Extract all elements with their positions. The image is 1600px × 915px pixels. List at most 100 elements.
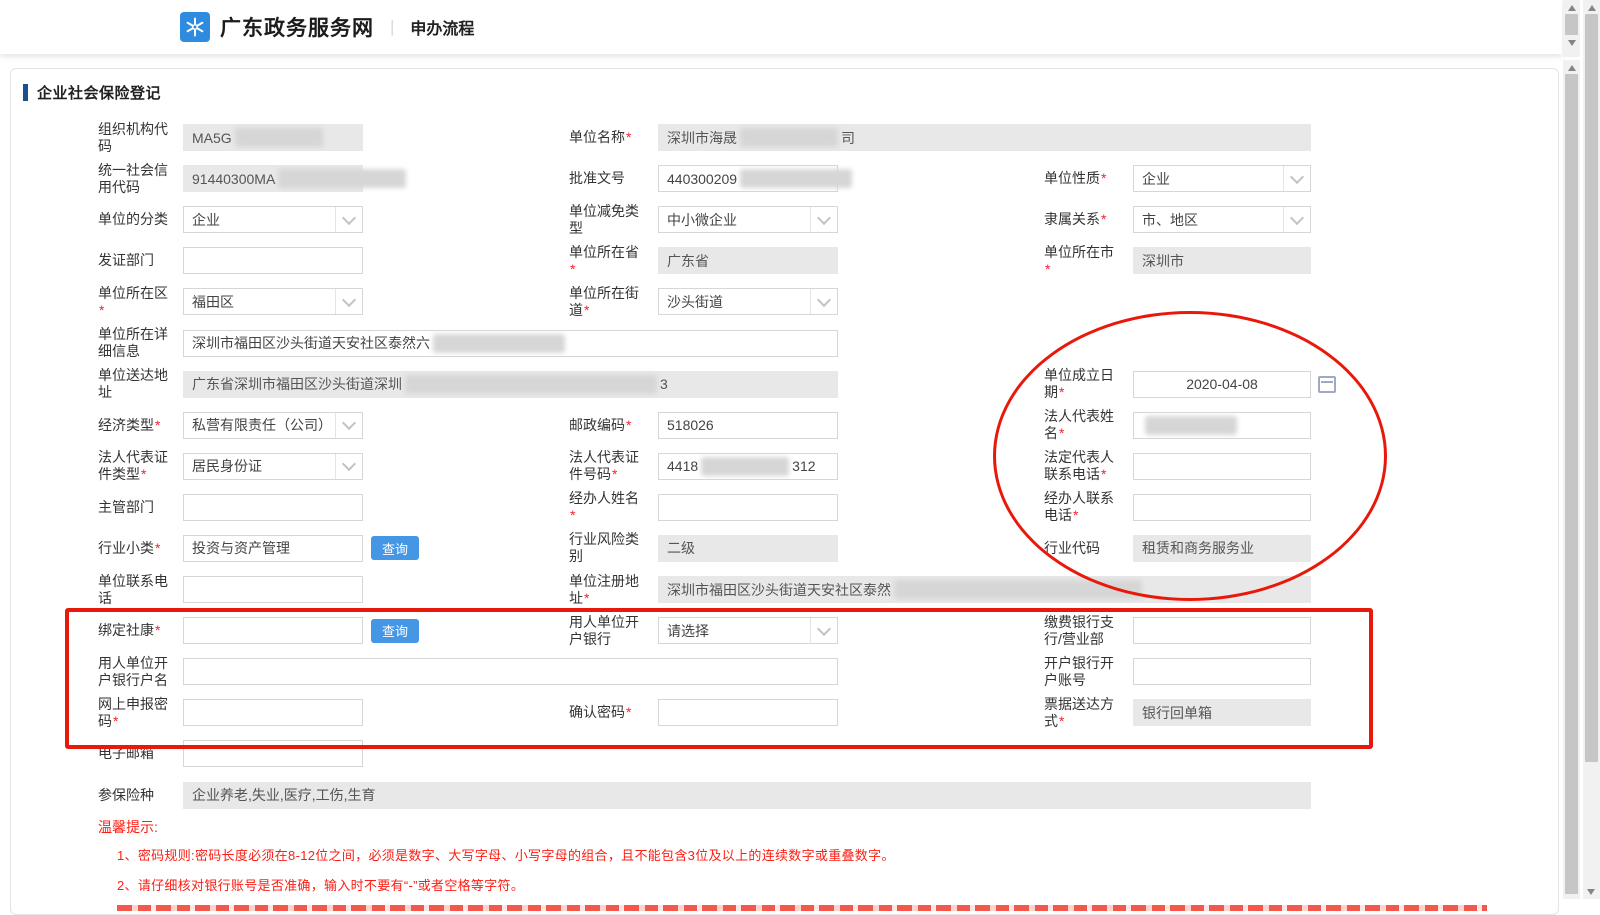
affiliation-select[interactable]: 市、地区 (1133, 206, 1311, 233)
form-row: 单位送达地址广东省深圳市福田区沙头街道深圳3 单位成立日期*2020-04-08 (11, 364, 1558, 405)
industry-subclass-query-button[interactable]: 查询 (371, 536, 419, 560)
unit-phone-label: 单位联系电话 (98, 573, 183, 607)
economic-type-value: 私营有限责任（公司） (192, 415, 332, 435)
report-password-input[interactable] (183, 699, 363, 726)
economic-type-label: 经济类型* (98, 417, 183, 434)
scroll-up-icon[interactable] (1588, 5, 1596, 11)
form-row: 参保险种企业养老,失业,医疗,工伤,生育 (11, 775, 1558, 816)
form-row: 法人代表证件类型*居民身份证 法人代表证件号码*4418312 法定代表人联系电… (11, 446, 1558, 487)
ticket-delivery-label: 票据送达方式* (1044, 696, 1133, 730)
unit-nature-select[interactable]: 企业 (1133, 165, 1311, 192)
browser-scrollbar[interactable] (1583, 0, 1600, 899)
bind-shekang-input[interactable] (183, 617, 363, 644)
nav-item-application-flow[interactable]: 申办流程 (410, 15, 474, 39)
redacted-value (740, 128, 838, 147)
chevron-down-icon (335, 207, 362, 232)
issuing-dept-input[interactable] (183, 247, 363, 274)
legal-cert-type-select[interactable]: 居民身份证 (183, 453, 363, 480)
affiliation-value: 市、地区 (1142, 210, 1198, 230)
form-row: 组织机构代码MA5G 单位名称*深圳市海晟司 (11, 117, 1558, 158)
district-select[interactable]: 福田区 (183, 288, 363, 315)
field-issuing-dept: 发证部门 (98, 240, 363, 281)
province-input: 广东省 (658, 247, 838, 274)
form-row: 统一社会信用代码91440300MA 批准文号440300209 单位性质*企业 (11, 158, 1558, 199)
detail-info-label: 单位所在详细信息 (98, 326, 183, 360)
redacted-value (405, 375, 657, 394)
scrollbar-thumb[interactable] (1565, 14, 1578, 35)
form-row: 绑定社康*查询 用人单位开户银行请选择 缴费银行支行/营业部 (11, 610, 1558, 651)
chevron-down-icon (335, 454, 362, 479)
required-asterisk: * (141, 466, 146, 482)
establish-date-input[interactable]: 2020-04-08 (1133, 371, 1311, 398)
required-asterisk: * (1059, 425, 1064, 441)
scroll-up-icon[interactable] (1568, 65, 1576, 71)
insurance-types-label: 参保险种 (98, 787, 183, 804)
scrollbar-thumb[interactable] (1565, 74, 1578, 894)
required-asterisk: * (1101, 466, 1106, 482)
org-code-value: MA5G (192, 130, 232, 146)
field-postal-code: 邮政编码*518026 (569, 405, 838, 446)
required-asterisk: * (626, 704, 631, 720)
legal-rep-name-input[interactable] (1133, 412, 1311, 439)
scroll-down-icon[interactable] (1568, 40, 1576, 46)
unit-name-input: 深圳市海晟司 (658, 124, 1311, 151)
legal-rep-phone-input[interactable] (1133, 453, 1311, 480)
chevron-down-icon (1283, 207, 1310, 232)
detail-info-input[interactable]: 深圳市福田区沙头街道天安社区泰然六 (183, 330, 838, 357)
industry-risk-input: 二级 (658, 535, 838, 562)
bank-account-name-input[interactable] (183, 658, 838, 685)
field-report-password: 网上申报密码* (98, 692, 363, 733)
redacted-value (701, 457, 789, 476)
relief-type-select[interactable]: 中小微企业 (658, 206, 838, 233)
agent-phone-input[interactable] (1133, 494, 1311, 521)
form-row: 经济类型* 私营有限责任（公司） 邮政编码*518026 法人代表姓名* (11, 405, 1558, 446)
relief-type-label: 单位减免类型 (569, 203, 658, 237)
legal-rep-name-label: 法人代表姓名* (1044, 408, 1133, 442)
field-bank-account-name: 用人单位开户银行户名 (98, 651, 838, 692)
field-legal-cert-no: 法人代表证件号码*4418312 (569, 446, 838, 487)
field-confirm-password: 确认密码* (569, 692, 838, 733)
field-pay-bank-branch: 缴费银行支行/营业部 (1044, 610, 1311, 651)
bind-shekang-query-button[interactable]: 查询 (371, 619, 419, 643)
field-legal-cert-type: 法人代表证件类型*居民身份证 (98, 446, 363, 487)
scrollbar-thumb[interactable] (1585, 14, 1598, 762)
bank-select-select[interactable]: 请选择 (658, 617, 838, 644)
industry-code-label: 行业代码 (1044, 540, 1133, 557)
field-unit-nature: 单位性质*企业 (1044, 158, 1311, 199)
insurance-types-input: 企业养老,失业,医疗,工伤,生育 (183, 782, 1311, 809)
agent-name-label: 经办人姓名* (569, 490, 658, 524)
required-asterisk: * (113, 713, 118, 729)
pay-bank-branch-input[interactable] (1133, 617, 1311, 644)
tip-3-clipped (117, 905, 1487, 911)
page-title-block: 企业社会保险登记 (23, 82, 161, 103)
unit-phone-input[interactable] (183, 576, 363, 603)
scroll-down-icon[interactable] (1587, 889, 1595, 895)
bank-account-no-input[interactable] (1133, 658, 1311, 685)
unit-class-select[interactable]: 企业 (183, 206, 363, 233)
chevron-down-icon (810, 618, 837, 643)
approval-doc-input[interactable]: 440300209 (658, 165, 838, 192)
chevron-down-icon (335, 413, 362, 438)
required-asterisk: * (1101, 170, 1106, 186)
bank-account-no-label: 开户银行开户账号 (1044, 655, 1133, 689)
scroll-up-icon[interactable] (1568, 5, 1576, 11)
required-asterisk: * (626, 129, 631, 145)
economic-type-select[interactable]: 私营有限责任（公司） (183, 412, 363, 439)
industry-subclass-input[interactable]: 投资与资产管理 (183, 535, 363, 562)
legal-cert-no-input[interactable]: 4418312 (658, 453, 838, 480)
approval-doc-label: 批准文号 (569, 170, 658, 187)
agent-name-input[interactable] (658, 494, 838, 521)
email-input[interactable] (183, 740, 363, 767)
supervisor-dept-input[interactable] (183, 494, 363, 521)
field-insurance-types: 参保险种企业养老,失业,医疗,工伤,生育 (98, 775, 1311, 816)
postal-code-input[interactable]: 518026 (658, 412, 838, 439)
field-ticket-delivery: 票据送达方式*银行回单箱 (1044, 692, 1311, 733)
header-scrollbar[interactable] (1563, 0, 1580, 57)
bind-shekang-label: 绑定社康* (98, 622, 183, 639)
content-scrollbar[interactable] (1563, 60, 1580, 899)
calendar-icon[interactable] (1318, 376, 1336, 393)
form-row: 单位联系电话 单位注册地址*深圳市福田区沙头街道天安社区泰然 (11, 569, 1558, 610)
street-select[interactable]: 沙头街道 (658, 288, 838, 315)
confirm-password-input[interactable] (658, 699, 838, 726)
province-value: 广东省 (667, 251, 709, 271)
